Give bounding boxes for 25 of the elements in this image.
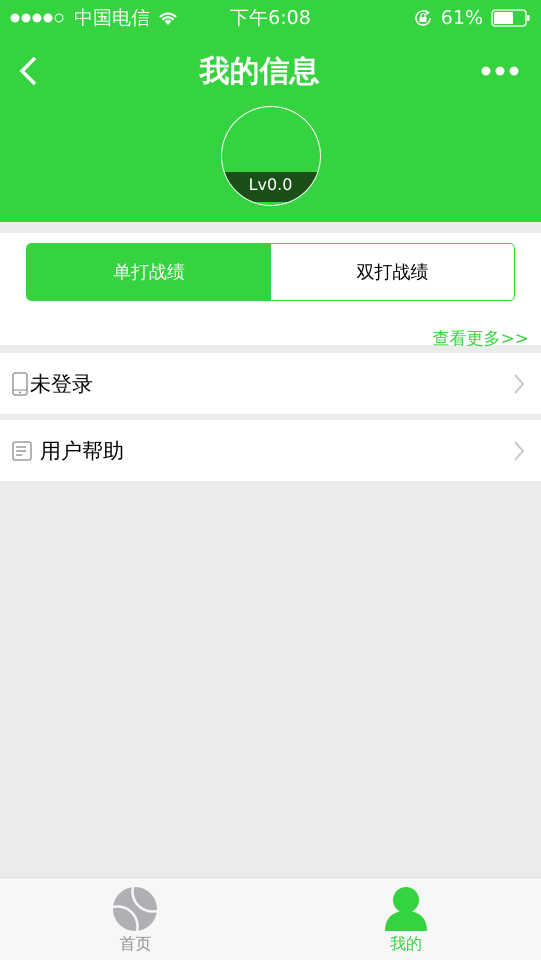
menu-row[interactable]: 用户帮助 [0, 420, 541, 481]
person-icon [382, 886, 429, 932]
page-title: 我的信息 [200, 52, 320, 90]
back-icon[interactable] [18, 55, 38, 87]
status-time: 下午6:08 [230, 6, 311, 31]
segment-tab[interactable]: 单打战绩 [27, 244, 270, 300]
more-link[interactable]: 查看更多>> [432, 327, 529, 350]
menu-label: 未登录 [30, 370, 94, 398]
menu-row[interactable]: 未登录 [0, 353, 541, 414]
wifi-icon [158, 10, 178, 26]
battery-percent: 61% [440, 7, 483, 29]
phone-icon [12, 372, 28, 396]
carrier-name: 中国电信 [74, 6, 150, 31]
battery-icon [491, 9, 531, 27]
document-icon [12, 440, 32, 460]
chevron-icon [513, 372, 525, 394]
rotation-lock-icon [412, 8, 433, 28]
tab-bar-item[interactable]: 我的 [270, 878, 541, 960]
tab-bar-item[interactable]: 首页 [0, 878, 270, 960]
more-icon[interactable] [481, 66, 519, 76]
signal-icon [10, 12, 66, 24]
level-label: Lv0.0 [224, 172, 316, 202]
ball-icon [112, 886, 158, 932]
menu-label: 用户帮助 [40, 438, 125, 464]
chevron-icon [513, 440, 525, 462]
